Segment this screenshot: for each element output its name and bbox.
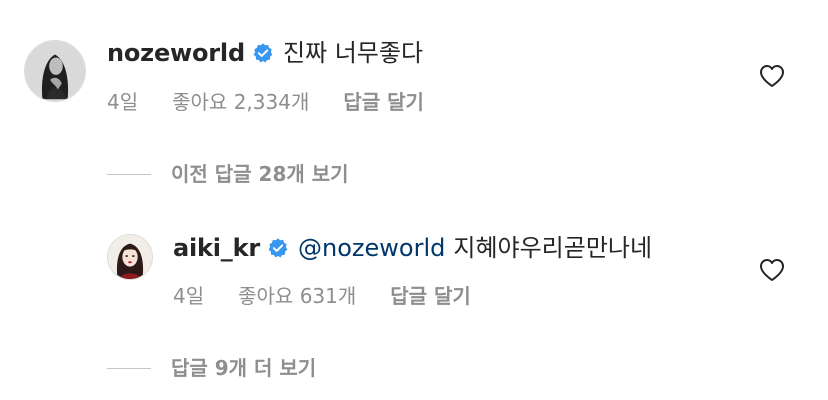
view-more-replies-label: 답글 9개 더 보기: [171, 356, 317, 380]
view-previous-replies-label: 이전 답글 28개 보기: [171, 162, 349, 186]
likes-label: 좋아요: [238, 284, 294, 308]
reply-button[interactable]: 답글 달기: [343, 90, 424, 114]
comment-header-2: aiki_kr @nozeworld 지혜야우리곧만나네: [173, 233, 652, 263]
thread-divider: [107, 173, 151, 175]
reply-button[interactable]: 답글 달기: [390, 284, 471, 308]
likes-value: 631개: [299, 284, 357, 308]
likes-count[interactable]: 좋아요 631개: [238, 284, 356, 308]
verified-badge-icon: [252, 42, 274, 64]
likes-value: 2,334개: [233, 90, 310, 114]
username[interactable]: aiki_kr: [173, 233, 260, 263]
comment-time[interactable]: 4일: [173, 284, 204, 308]
avatar-nozeworld[interactable]: [24, 40, 86, 102]
heart-icon[interactable]: [759, 64, 785, 88]
comment-meta-2: 4일 좋아요 631개 답글 달기: [173, 284, 471, 308]
comment-time[interactable]: 4일: [107, 90, 138, 114]
comment-text: 진짜 너무좋다: [282, 39, 424, 67]
username[interactable]: nozeworld: [107, 38, 245, 68]
heart-icon[interactable]: [759, 258, 785, 282]
view-more-replies-button[interactable]: 답글 9개 더 보기: [107, 356, 316, 380]
verified-badge-icon: [267, 237, 289, 259]
thread-divider: [107, 367, 151, 369]
comment-text: 지혜야우리곧만나네: [453, 234, 653, 262]
comment-header-1: nozeworld 진짜 너무좋다: [107, 38, 423, 68]
mention-link[interactable]: @nozeworld: [298, 233, 445, 263]
likes-count[interactable]: 좋아요 2,334개: [172, 90, 309, 114]
view-previous-replies-button[interactable]: 이전 답글 28개 보기: [107, 162, 349, 186]
avatar-aiki-kr[interactable]: [107, 234, 153, 280]
likes-label: 좋아요: [172, 90, 228, 114]
comment-meta-1: 4일 좋아요 2,334개 답글 달기: [107, 90, 424, 114]
